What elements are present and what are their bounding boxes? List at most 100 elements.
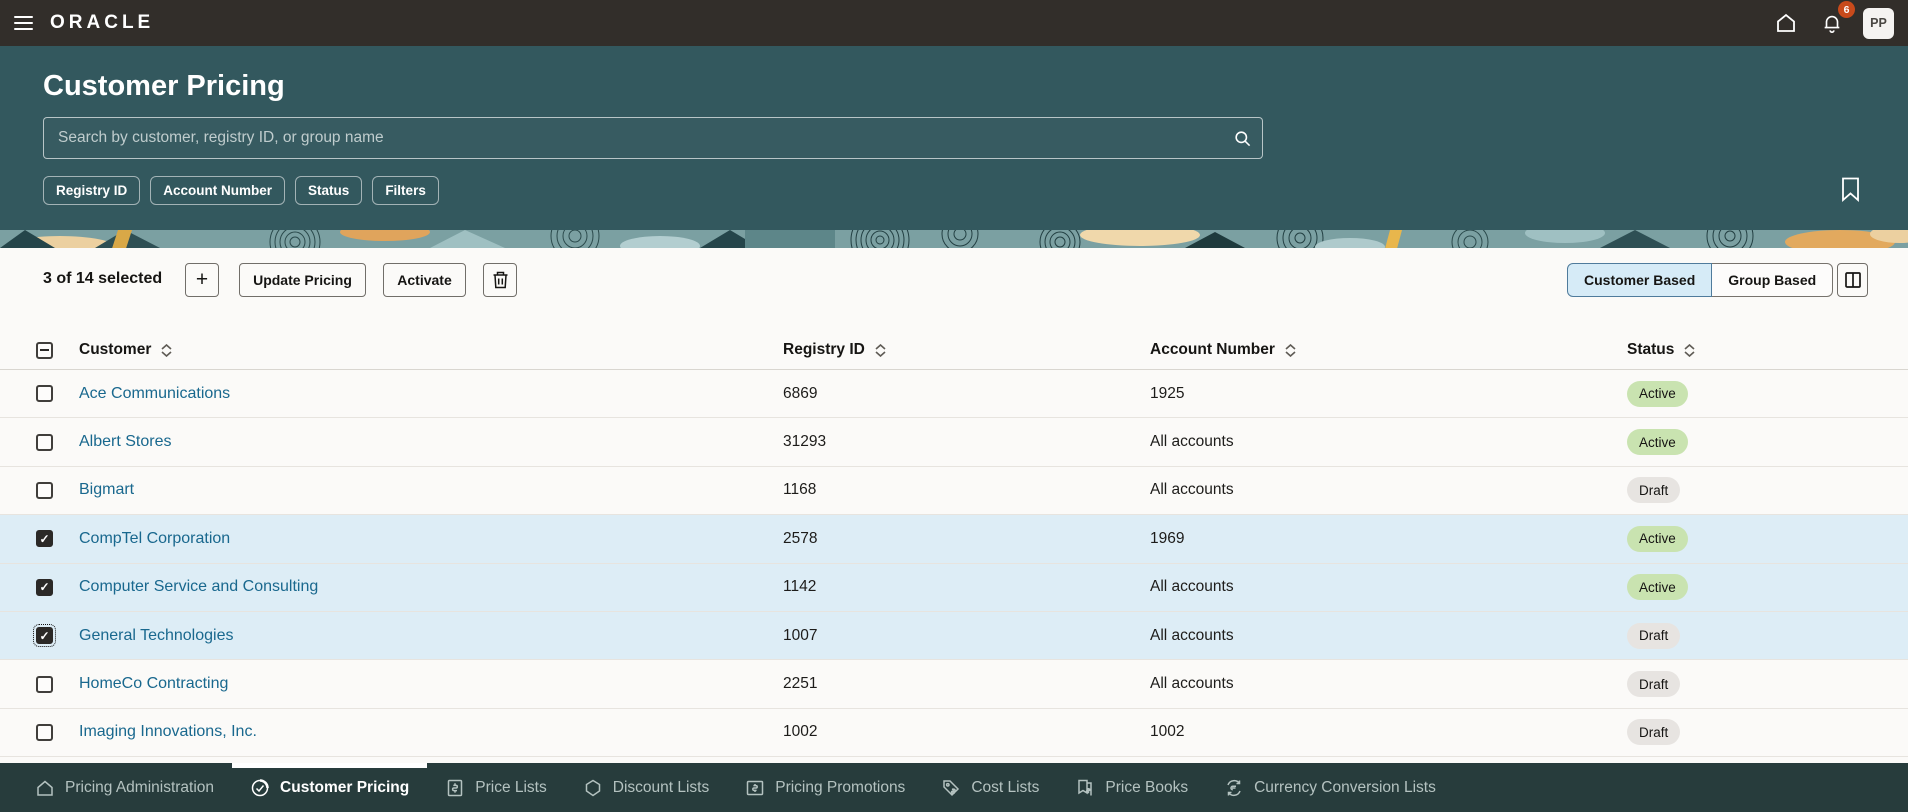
- customer-link[interactable]: Computer Service and Consulting: [79, 578, 318, 595]
- customer-pricing-icon: [251, 778, 269, 796]
- user-avatar[interactable]: PP: [1863, 7, 1894, 39]
- nav-item-pricing-administration[interactable]: Pricing Administration: [17, 763, 232, 812]
- nav-item-pricing-promotions[interactable]: Pricing Promotions: [727, 763, 923, 812]
- oracle-logo: ORACLE: [50, 12, 155, 33]
- page-header: Customer Pricing Registry ID Account Numb…: [0, 46, 1908, 230]
- search-input[interactable]: [44, 129, 1222, 147]
- activate-button[interactable]: Activate: [383, 263, 466, 297]
- row-checkbox[interactable]: [36, 530, 53, 548]
- hamburger-icon: [13, 16, 33, 30]
- registry-id-value: 1007: [783, 626, 818, 644]
- nav-item-customer-pricing[interactable]: Customer Pricing: [232, 763, 428, 812]
- nav-item-label: Pricing Administration: [65, 778, 215, 796]
- sort-icon: [161, 343, 172, 357]
- registry-id-value: 1168: [783, 481, 817, 499]
- account-number-value: 1925: [1150, 384, 1185, 402]
- delete-button[interactable]: [483, 263, 517, 297]
- customer-pricing-page: ORACLE 6 PP Customer Pricing Registry ID…: [0, 0, 1908, 812]
- cost-tag-icon: [943, 779, 960, 796]
- home-button[interactable]: [1771, 8, 1801, 38]
- status-badge: Draft: [1627, 477, 1681, 504]
- selection-summary: 3 of 14 selected: [43, 270, 163, 287]
- registry-id-value: 1142: [783, 578, 817, 596]
- search-icon[interactable]: [1222, 129, 1262, 148]
- nav-item-label: Customer Pricing: [280, 778, 410, 796]
- customer-link[interactable]: Imaging Innovations, Inc.: [79, 723, 257, 740]
- sort-icon: [1285, 343, 1296, 357]
- add-icon: +: [195, 268, 209, 291]
- customer-pricing-table: Customer Registry ID Account Number Stat…: [0, 331, 1908, 758]
- account-number-value: 1969: [1150, 529, 1185, 547]
- status-badge: Active: [1627, 380, 1688, 407]
- view-toggle: Customer Based Group Based: [1567, 263, 1834, 297]
- toggle-customer-based[interactable]: Customer Based: [1567, 263, 1713, 297]
- row-checkbox[interactable]: [36, 433, 53, 451]
- customer-link[interactable]: CompTel Corporation: [79, 530, 230, 547]
- nav-item-price-books[interactable]: Price Books: [1057, 763, 1206, 812]
- bottom-tab-bar: Pricing Administration Customer Pricing Pr…: [0, 763, 1908, 812]
- account-number-value: 1002: [1150, 723, 1185, 741]
- sort-icon: [1684, 343, 1695, 357]
- update-pricing-button[interactable]: Update Pricing: [239, 263, 366, 297]
- column-header-registry-id[interactable]: Registry ID: [783, 341, 1150, 359]
- nav-item-price-lists[interactable]: Price Lists: [427, 763, 565, 812]
- account-number-value: All accounts: [1150, 578, 1234, 596]
- filter-chips: Registry ID Account Number Status Filters: [43, 176, 439, 205]
- status-badge: Active: [1627, 574, 1688, 601]
- table-row: Bigmart 1168 All accounts Draft: [0, 467, 1908, 516]
- table-body: Ace Communications 6869 1925 Active Albert S…: [0, 370, 1908, 758]
- sort-icon: [875, 343, 886, 357]
- customer-link[interactable]: Ace Communications: [79, 385, 230, 402]
- nav-item-label: Pricing Promotions: [775, 778, 906, 796]
- select-all-checkbox[interactable]: [36, 341, 53, 359]
- toggle-group-based[interactable]: Group Based: [1712, 263, 1834, 297]
- price-book-icon: [1078, 779, 1093, 795]
- nav-item-label: Cost Lists: [971, 778, 1040, 796]
- account-number-value: All accounts: [1150, 675, 1234, 693]
- customer-link[interactable]: HomeCo Contracting: [79, 675, 228, 692]
- row-checkbox[interactable]: [33, 624, 56, 648]
- hamburger-menu-icon[interactable]: [0, 0, 46, 46]
- split-panel-icon: [1844, 272, 1861, 288]
- status-badge: Draft: [1627, 719, 1681, 746]
- decorative-pattern-band: [0, 230, 1908, 248]
- filter-chip-status[interactable]: Status: [295, 176, 363, 205]
- promotion-icon: [746, 780, 764, 795]
- table-row: General Technologies 1007 All accounts Draf…: [0, 611, 1908, 661]
- currency-conversion-icon: [1227, 779, 1241, 796]
- filter-chip-registry-id[interactable]: Registry ID: [43, 176, 141, 205]
- column-header-customer[interactable]: Customer: [79, 341, 783, 359]
- bookmark-button[interactable]: [1841, 177, 1860, 207]
- row-checkbox[interactable]: [36, 385, 53, 403]
- row-checkbox[interactable]: [36, 481, 53, 499]
- nav-item-currency-conversion-lists[interactable]: Currency Conversion Lists: [1206, 763, 1454, 812]
- nav-item-label: Price Books: [1105, 778, 1189, 796]
- account-number-value: All accounts: [1150, 481, 1234, 499]
- notifications-button[interactable]: 6: [1817, 1, 1855, 38]
- column-header-status[interactable]: Status: [1627, 341, 1908, 359]
- topbar-actions: 6 PP: [1771, 1, 1908, 39]
- nav-item-discount-lists[interactable]: Discount Lists: [565, 763, 727, 812]
- trash-icon: [493, 271, 507, 289]
- table-row: Ace Communications 6869 1925 Active: [0, 370, 1908, 419]
- customer-link[interactable]: Bigmart: [79, 481, 134, 498]
- customer-link[interactable]: General Technologies: [79, 627, 233, 644]
- nav-item-label: Discount Lists: [612, 778, 710, 796]
- nav-item-cost-lists[interactable]: Cost Lists: [923, 763, 1057, 812]
- search-bar: [43, 117, 1263, 159]
- registry-id-value: 6869: [783, 384, 818, 402]
- status-badge: Active: [1627, 525, 1688, 552]
- filter-chip-filters[interactable]: Filters: [372, 176, 439, 205]
- row-checkbox[interactable]: [36, 578, 53, 596]
- column-header-account-number[interactable]: Account Number: [1150, 341, 1627, 359]
- customer-link[interactable]: Albert Stores: [79, 433, 171, 450]
- page-title: Customer Pricing: [43, 70, 285, 102]
- row-checkbox[interactable]: [36, 675, 53, 693]
- registry-id-value: 31293: [783, 433, 827, 451]
- row-checkbox[interactable]: [36, 723, 53, 741]
- filter-chip-account-number[interactable]: Account Number: [150, 176, 286, 205]
- table-row: HomeCo Contracting 2251 All accounts Draft: [0, 660, 1908, 709]
- split-panel-button[interactable]: [1837, 263, 1868, 297]
- home-icon: [37, 780, 53, 796]
- add-button[interactable]: +: [185, 263, 219, 297]
